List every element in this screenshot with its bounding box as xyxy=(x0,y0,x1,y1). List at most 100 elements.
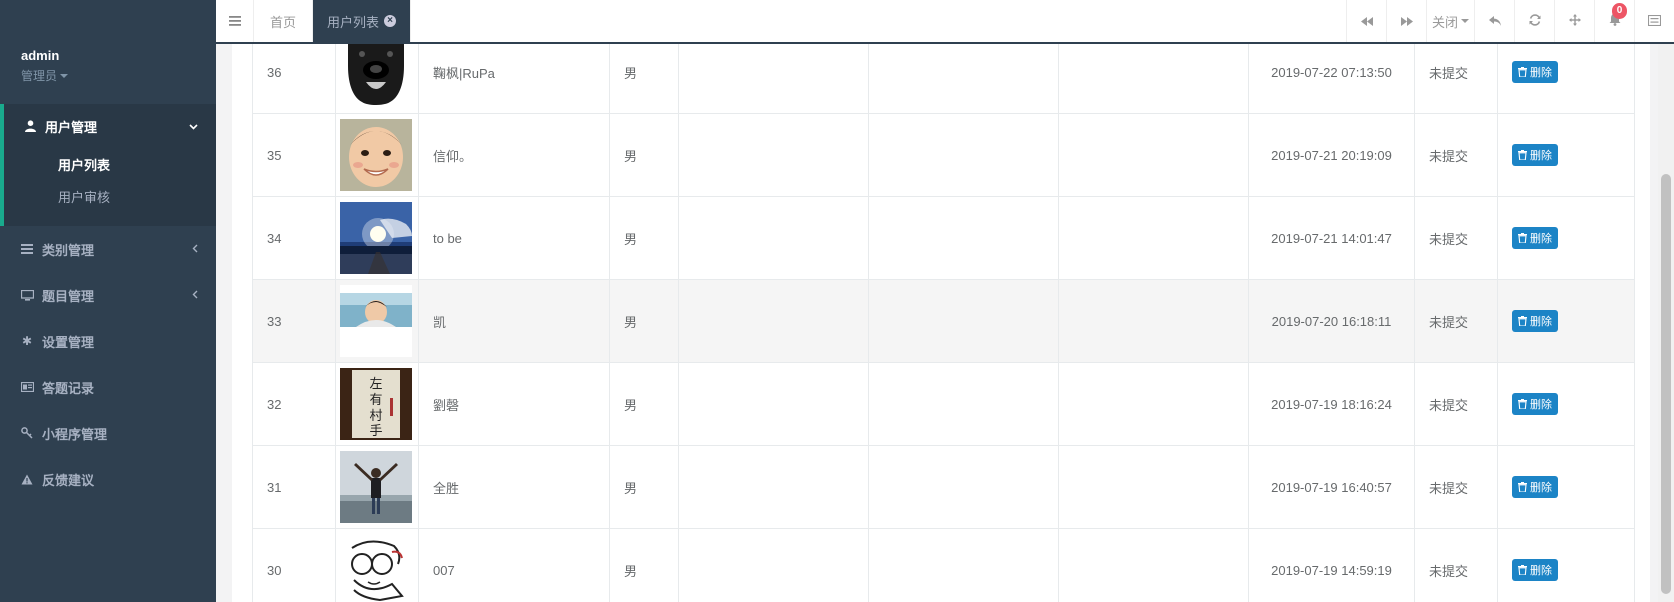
table-row: 35 信仰。男 2019-07-21 20:19:09 未提交 删除 xyxy=(252,113,1635,197)
delete-button[interactable]: 删除 xyxy=(1512,310,1558,332)
delete-label: 删除 xyxy=(1530,565,1552,577)
sidebar-item-label: 答题记录 xyxy=(42,380,95,396)
cell-empty xyxy=(868,528,1059,602)
cell-empty xyxy=(868,196,1059,280)
cell-avatar: 左有村手 xyxy=(335,362,419,446)
cell-id: 35 xyxy=(252,113,336,197)
cell-status: 未提交 xyxy=(1414,528,1498,602)
user-avatar xyxy=(340,534,412,602)
svg-text:有: 有 xyxy=(369,393,382,408)
table-row: 34 to be 男 2019-07-21 14:01:47 未提交 删除 xyxy=(252,196,1635,280)
cell-gender: 男 xyxy=(609,44,679,114)
table-row: 30 007 男 2019-07-19 14:59:19 未提交 删除 xyxy=(252,528,1635,602)
sidebar-item-label: 类别管理 xyxy=(42,242,95,258)
delete-button[interactable]: 删除 xyxy=(1512,559,1558,581)
sidebar-item-user-management[interactable]: 用户管理 xyxy=(4,104,216,148)
user-role: 管理员 xyxy=(21,69,58,83)
cell-status: 未提交 xyxy=(1414,362,1498,446)
menu-toggle-button[interactable] xyxy=(216,0,254,42)
cell-empty xyxy=(678,445,869,529)
scrollbar-thumb[interactable] xyxy=(1661,174,1671,594)
cell-status: 未提交 xyxy=(1414,113,1498,197)
user-avatar xyxy=(340,119,412,191)
cell-register-time: 2019-07-19 18:16:24 xyxy=(1248,362,1415,446)
cell-status: 未提交 xyxy=(1414,44,1498,114)
cell-id: 36 xyxy=(252,44,336,114)
trash-icon xyxy=(1518,565,1527,575)
sidebar-subitem-user-list[interactable]: 用户列表 xyxy=(4,148,216,180)
warning-icon xyxy=(20,474,34,485)
cell-id: 30 xyxy=(252,528,336,602)
cell-gender: 男 xyxy=(609,196,679,280)
cell-register-time: 2019-07-22 07:13:50 xyxy=(1248,44,1415,114)
bars-icon xyxy=(20,244,34,254)
user-avatar xyxy=(340,285,412,357)
cell-empty xyxy=(678,279,869,363)
cell-actions: 删除 xyxy=(1497,44,1635,114)
user-table: 36 鞠枫|RuPa 男 2019-07-22 07:13:50 未提交 删除 35 信仰。男… xyxy=(252,44,1635,602)
cell-empty xyxy=(868,44,1059,114)
close-icon[interactable]: × xyxy=(384,15,397,27)
cell-nickname: 劉磬 xyxy=(418,362,610,446)
cell-register-time: 2019-07-21 14:01:47 xyxy=(1248,196,1415,280)
tab-home[interactable]: 首页 xyxy=(254,0,314,42)
chevron-down-icon xyxy=(189,119,198,133)
fullscreen-button[interactable] xyxy=(1554,0,1594,42)
cell-nickname: 信仰。 xyxy=(418,113,610,197)
sidebar-item-label: 用户管理 xyxy=(45,119,98,135)
cell-status: 未提交 xyxy=(1414,279,1498,363)
delete-button[interactable]: 删除 xyxy=(1512,61,1558,83)
page-scrollbar[interactable] xyxy=(1658,44,1674,602)
delete-button[interactable]: 删除 xyxy=(1512,144,1558,166)
reply-icon xyxy=(1488,14,1501,29)
delete-label: 删除 xyxy=(1530,482,1552,494)
newspaper-icon xyxy=(20,382,34,392)
sidebar-item-category[interactable]: 类别管理 xyxy=(0,226,216,272)
sidebar-item-questions[interactable]: 题目管理 xyxy=(0,272,216,318)
cell-nickname: 007 xyxy=(418,528,610,602)
cell-status: 未提交 xyxy=(1414,196,1498,280)
refresh-button[interactable] xyxy=(1514,0,1554,42)
scroll-tabs-right-button[interactable] xyxy=(1386,0,1426,42)
delete-label: 删除 xyxy=(1530,316,1552,328)
cell-gender: 男 xyxy=(609,362,679,446)
cell-actions: 删除 xyxy=(1497,196,1635,280)
delete-button[interactable]: 删除 xyxy=(1512,476,1558,498)
tab-user-list[interactable]: 用户列表 × xyxy=(313,0,412,42)
trash-icon xyxy=(1518,67,1527,77)
cell-empty xyxy=(868,362,1059,446)
sidebar-item-label: 设置管理 xyxy=(42,334,95,350)
sidebar-item-settings[interactable]: ✱ 设置管理 xyxy=(0,318,216,364)
svg-text:手: 手 xyxy=(369,424,382,439)
back-button[interactable] xyxy=(1474,0,1514,42)
notification-count-badge: 0 xyxy=(1612,3,1627,19)
user-role-dropdown[interactable]: 管理员 xyxy=(21,67,216,84)
table-row: 33 凯男 2019-07-20 16:18:11 未提交 删除 xyxy=(252,279,1635,363)
cell-avatar xyxy=(335,445,419,529)
cell-empty xyxy=(1058,113,1249,197)
scroll-tabs-left-button[interactable] xyxy=(1346,0,1386,42)
sidebar-item-label: 小程序管理 xyxy=(42,426,108,442)
sidebar-subitem-user-review[interactable]: 用户审核 xyxy=(4,180,216,212)
notifications-button[interactable]: 0 xyxy=(1594,0,1634,42)
bars-icon xyxy=(228,14,241,29)
delete-button[interactable]: 删除 xyxy=(1512,227,1558,249)
sidebar-item-records[interactable]: 答题记录 xyxy=(0,364,216,410)
delete-button[interactable]: 删除 xyxy=(1512,393,1558,415)
cell-nickname: to be xyxy=(418,196,610,280)
sidebar-item-label: 反馈建议 xyxy=(42,472,95,488)
user-profile: admin 管理员 xyxy=(0,0,216,104)
trash-icon xyxy=(1518,150,1527,160)
cell-empty xyxy=(678,528,869,602)
right-sidebar-toggle-button[interactable] xyxy=(1634,0,1674,42)
cell-register-time: 2019-07-19 14:59:19 xyxy=(1248,528,1415,602)
user-avatar xyxy=(340,202,412,274)
cell-avatar xyxy=(335,44,419,114)
caret-down-icon xyxy=(1461,19,1469,23)
cell-empty xyxy=(1058,44,1249,114)
user-name: admin xyxy=(21,48,60,63)
close-tabs-dropdown[interactable]: 关闭 xyxy=(1426,0,1474,42)
sidebar-item-miniprogram[interactable]: 小程序管理 xyxy=(0,410,216,456)
user-avatar: 左有村手 xyxy=(340,368,412,440)
sidebar-item-feedback[interactable]: 反馈建议 xyxy=(0,456,216,502)
